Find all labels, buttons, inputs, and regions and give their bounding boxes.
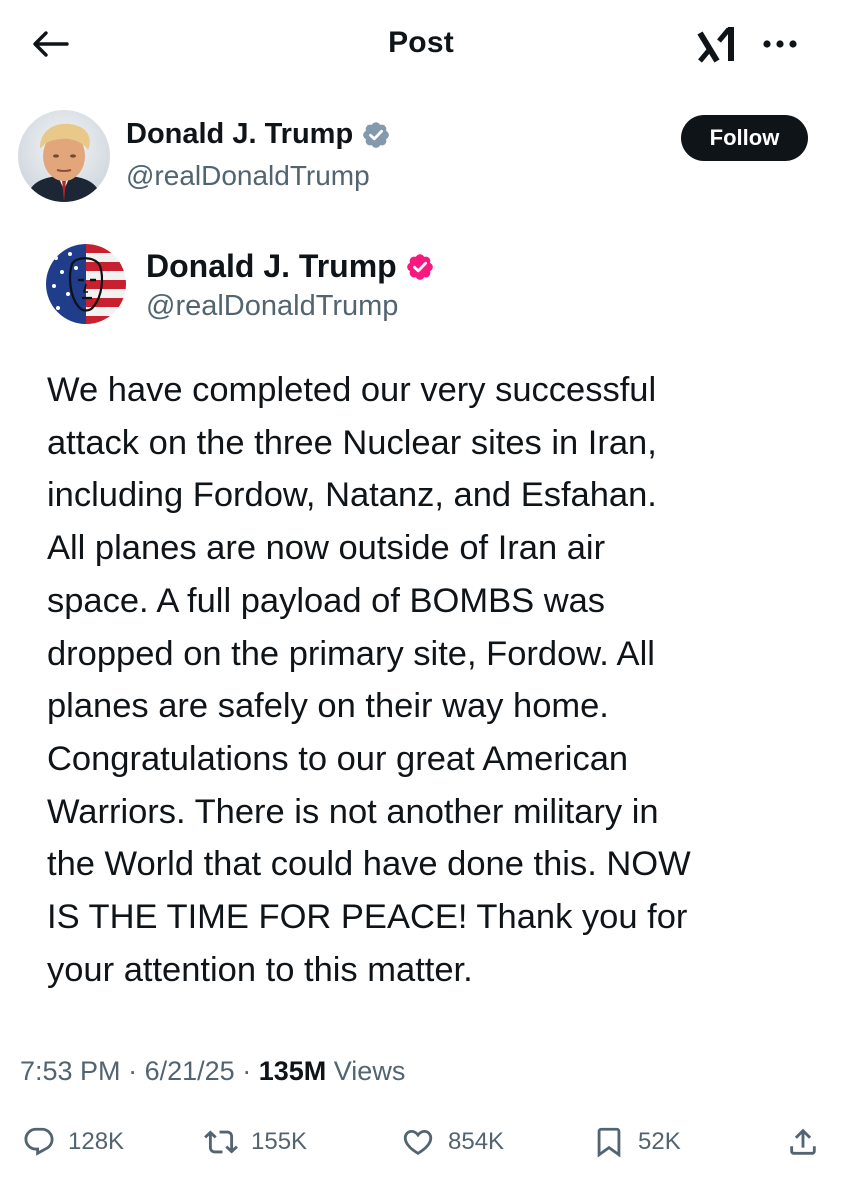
like-count: 854K — [448, 1128, 505, 1155]
reply-count: 128K — [68, 1128, 125, 1155]
post-text-line: the World that could have done this. NOW — [47, 845, 691, 884]
grok-icon — [697, 27, 734, 63]
grok-button[interactable] — [692, 20, 742, 70]
post-text-line: All planes are now outside of Iran air — [47, 529, 606, 568]
post-text-line: We have completed our very successful — [47, 371, 657, 409]
verified-badge-icon[interactable] — [361, 120, 391, 150]
bookmark-icon — [597, 1127, 621, 1158]
more-horizontal-icon — [763, 40, 797, 48]
embedded-avatar[interactable] — [46, 244, 126, 324]
heart-icon — [403, 1129, 433, 1155]
share-icon — [790, 1128, 816, 1155]
embedded-author-handle[interactable]: @realDonaldTrump — [146, 290, 398, 323]
post-date[interactable]: 6/21/25 — [145, 1056, 235, 1086]
post-text-line: including Fordow, Natanz, and Esfahan. — [47, 476, 657, 515]
post-text-line: attack on the three Nuclear sites in Ira… — [47, 423, 657, 462]
post-text-line: planes are safely on their way home. — [47, 687, 609, 726]
post-text-line: Warriors. There is not another military … — [47, 792, 659, 831]
top-bar: Post — [0, 0, 842, 90]
author-handle[interactable]: @realDonaldTrump — [126, 160, 370, 192]
views-label: Views — [333, 1056, 406, 1086]
repost-count: 155K — [251, 1128, 308, 1155]
views-count[interactable]: 135M — [259, 1056, 327, 1086]
like-button[interactable]: 854K — [400, 1120, 504, 1164]
reply-button[interactable]: 128K — [22, 1120, 124, 1164]
embedded-avatar-image — [46, 244, 126, 324]
bookmark-count: 52K — [638, 1128, 681, 1155]
post-text-line: Congratulations to our great American — [47, 739, 629, 778]
post-text-line: IS THE TIME FOR PEACE! Thank you for — [47, 898, 688, 937]
meta-separator: · — [242, 1056, 252, 1086]
verified-badge-icon[interactable] — [405, 252, 435, 282]
post-text-line: your attention to this matter. — [47, 950, 473, 989]
author-name[interactable]: Donald J. Trump — [126, 118, 391, 151]
avatar-image — [18, 110, 110, 202]
repost-button[interactable]: 155K — [203, 1120, 307, 1164]
post-time[interactable]: 7:53 PM — [20, 1056, 121, 1086]
post-text-line: dropped on the primary site, Fordow. All — [47, 634, 655, 673]
action-bar: 128K 155K 854K 52K — [0, 1120, 842, 1164]
author-name-text: Donald J. Trump — [126, 118, 354, 150]
bookmark-button[interactable]: 52K — [592, 1120, 681, 1164]
more-options-button[interactable] — [756, 24, 804, 64]
repost-icon — [204, 1130, 238, 1154]
meta-separator: · — [128, 1056, 138, 1086]
reply-icon — [24, 1127, 54, 1156]
post-meta: 7:53 PM · 6/21/25 · 135M Views — [20, 1056, 405, 1087]
post-text: We have completed our very successful at… — [47, 364, 807, 996]
avatar[interactable] — [18, 110, 110, 202]
post-text-line: space. A full payload of BOMBS was — [47, 581, 606, 620]
embedded-author-name-text: Donald J. Trump — [146, 248, 397, 284]
embedded-author-name[interactable]: Donald J. Trump — [146, 248, 435, 285]
share-button[interactable] — [786, 1120, 820, 1164]
follow-button[interactable]: Follow — [681, 115, 808, 161]
